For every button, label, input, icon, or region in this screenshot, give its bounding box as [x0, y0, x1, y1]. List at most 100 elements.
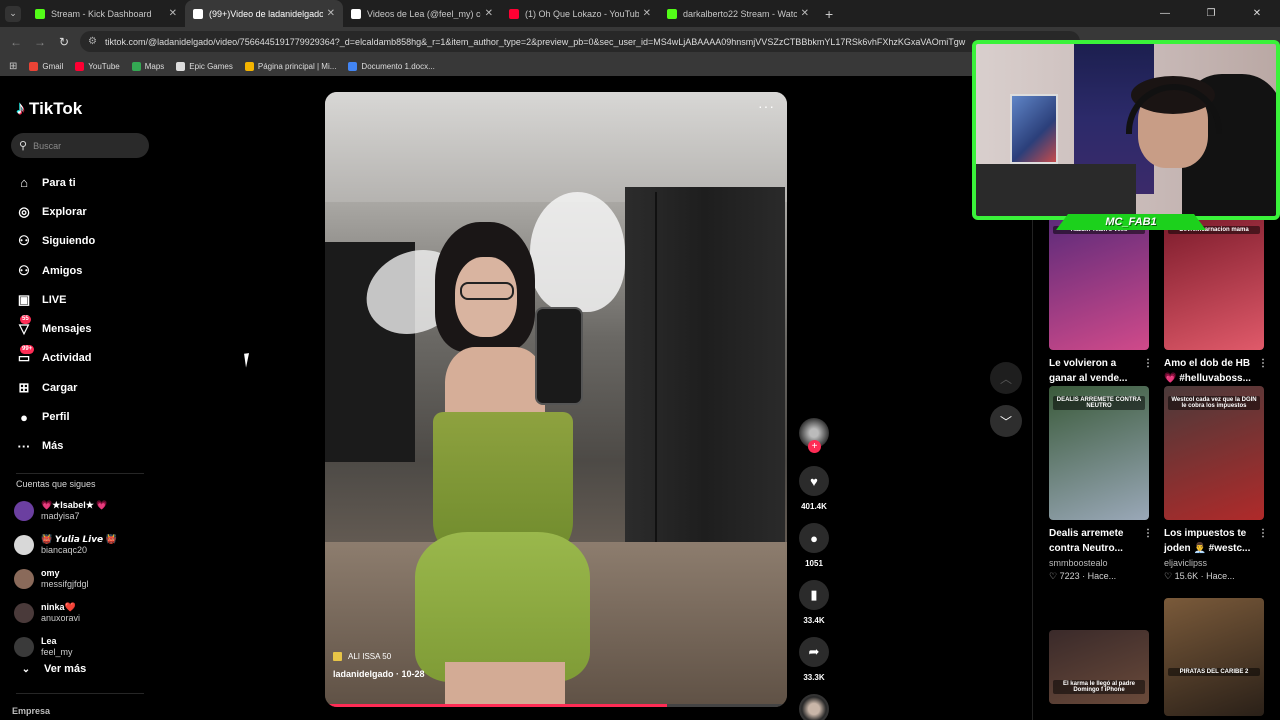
apps-grid-icon[interactable]: ⊞ [9, 61, 17, 72]
video-progress-bar[interactable] [325, 704, 787, 707]
avatar [14, 501, 34, 521]
video-thumbnail[interactable]: Devreincarnacion mama [1164, 216, 1264, 350]
sidebar-item-perfil[interactable]: ● Perfil [16, 402, 95, 431]
chevron-down-icon: ⌄ [21, 663, 31, 675]
bookmark-item[interactable]: Gmail [29, 61, 63, 71]
more-options-icon[interactable]: ⋮ [1258, 356, 1268, 386]
video-title: Le volvieron a ganar al vende... ⋮ [1049, 356, 1153, 386]
back-icon[interactable]: ← [4, 35, 28, 49]
minimize-icon[interactable]: — [1142, 0, 1188, 27]
share-action[interactable]: ➦ 33.3K [799, 637, 829, 682]
browser-tab[interactable]: (99+)Video de ladanidelgado ✕ [185, 0, 343, 27]
browser-tab[interactable]: (1) Oh Que Lokazo - YouTube ✕ [501, 0, 659, 27]
tiktok-logo[interactable]: ♪ TikTok [16, 98, 82, 119]
following-account[interactable]: 💗★Isabel★ 💗 madyisa7 [14, 496, 108, 526]
video-scene [325, 92, 787, 202]
bookmark-label: Maps [144, 61, 165, 71]
following-account[interactable]: ninka❤️ anuxoravi [14, 598, 80, 628]
reload-icon[interactable]: ↻ [52, 35, 76, 49]
tab-close-icon[interactable]: ✕ [643, 8, 651, 19]
comment-action[interactable]: ● 1051 [799, 523, 829, 568]
see-more-label: Ver más [44, 663, 87, 675]
bookmark-item[interactable]: Epic Games [176, 61, 233, 71]
more-options-icon[interactable]: ⋮ [1258, 526, 1268, 556]
sidebar-item-label: Cargar [42, 381, 78, 394]
sidebar-item-mensajes[interactable]: ▽ Mensajes 55 [16, 314, 95, 343]
bookmark-item[interactable]: Página principal | Mi... [244, 61, 336, 71]
music-tag[interactable]: ALI ISSA 50 [333, 652, 425, 661]
video-player[interactable]: ··· ALI ISSA 50 ladanidelgado · 10-28 [325, 92, 787, 707]
new-tab-icon[interactable]: + [825, 6, 833, 22]
notification-badge: 99+ [20, 344, 35, 354]
see-more-link[interactable]: ⌄ Ver más [18, 663, 86, 675]
video-author[interactable]: eljaviclipss [1164, 558, 1268, 568]
close-window-icon[interactable]: ✕ [1234, 0, 1280, 27]
recommended-video[interactable]: Westcol cada vez que la DGIN le cobra lo… [1164, 386, 1268, 582]
tab-close-icon[interactable]: ✕ [485, 8, 493, 19]
forward-icon[interactable]: → [28, 35, 52, 49]
heart-icon[interactable]: ♥ [799, 466, 829, 496]
bookmark-item[interactable]: YouTube [75, 61, 120, 71]
follow-plus-icon[interactable]: + [808, 440, 821, 453]
sidebar-item-amigos[interactable]: ⚇ Amigos [16, 256, 95, 285]
avatar [14, 535, 34, 555]
following-account[interactable]: omy messifgjfdgl [14, 564, 89, 594]
sidebar-item-explorar[interactable]: ◎ Explorar [16, 197, 95, 226]
save-action[interactable]: ▮ 33.4K [799, 580, 829, 625]
bookmark-favicon-icon [176, 61, 186, 71]
video-thumbnail[interactable]: PIRATAS DEL CARIBE 2 [1164, 598, 1264, 716]
following-account[interactable]: 👹 𝙔𝙪𝙡𝙞𝙖 𝙇𝙞𝙫𝙚 👹 biancaqc20 [14, 530, 117, 560]
previous-video-button[interactable]: ︿ [990, 362, 1022, 394]
video-author-line[interactable]: ladanidelgado · 10-28 [333, 669, 425, 679]
recommended-video[interactable]: DEALIS ARREMETE CONTRA NEUTRO Dealis arre… [1049, 386, 1153, 582]
tab-close-icon[interactable]: ✕ [327, 8, 335, 19]
upload-icon: ⊞ [18, 379, 30, 395]
bookmark-item[interactable]: Maps [131, 61, 165, 71]
video-thumbnail[interactable]: El karma le llegó al padre Domingo f iPh… [1049, 630, 1149, 704]
share-count: 33.3K [803, 673, 825, 682]
url-bar[interactable]: ⚙ tiktok.com/@ladanidelgado/video/756644… [80, 31, 1080, 52]
recommended-video[interactable]: Devreincarnacion mama Amo el dob de HB 💗 #… [1164, 216, 1268, 412]
company-link[interactable]: Empresa [12, 706, 50, 716]
share-icon[interactable]: ➦ [799, 637, 829, 667]
sidebar-item-siguiendo[interactable]: ⚇ Siguiendo [16, 227, 95, 256]
browser-tab[interactable]: darkalberto22 Stream - Watch ✕ [659, 0, 817, 27]
tab-close-icon[interactable]: ✕ [801, 8, 809, 19]
tab-search-dropdown-icon[interactable]: ⌄ [5, 5, 21, 22]
next-video-button[interactable]: ﹀ [990, 405, 1022, 437]
sidebar-item-live[interactable]: ▣ LIVE [16, 285, 95, 314]
account-text: ninka❤️ anuxoravi [41, 602, 80, 624]
like-action[interactable]: ♥ 401.4K [799, 466, 829, 511]
sidebar-item-para-ti[interactable]: ⌂ Para ti [16, 168, 95, 197]
recommended-video[interactable]: Hazbin Team's Vees Le volvieron a ganar al… [1049, 216, 1153, 412]
account-name: ninka❤️ [41, 602, 76, 612]
video-title-line: contra Neutro... [1049, 543, 1123, 554]
site-info-icon[interactable]: ⚙ [88, 36, 97, 47]
bookmark-icon[interactable]: ▮ [799, 580, 829, 610]
video-more-icon[interactable]: ··· [758, 98, 775, 114]
following-account[interactable]: Lea feel_my [14, 632, 73, 662]
sidebar-item-cargar[interactable]: ⊞ Cargar [16, 373, 95, 402]
friends-icon: ⚇ [18, 262, 30, 278]
video-thumbnail[interactable]: DEALIS ARREMETE CONTRA NEUTRO [1049, 386, 1149, 520]
tab-favicon-icon [193, 8, 203, 19]
recommended-video[interactable]: PIRATAS DEL CARIBE 2 [1164, 598, 1268, 716]
browser-tab[interactable]: Videos de Lea (@feel_my) con ✕ [343, 0, 501, 27]
video-author[interactable]: smmboostealo [1049, 558, 1153, 568]
recommended-video[interactable]: El karma le llegó al padre Domingo f iPh… [1049, 630, 1153, 704]
more-options-icon[interactable]: ⋮ [1143, 526, 1153, 556]
author-avatar[interactable]: + [799, 418, 829, 453]
video-thumbnail[interactable]: Westcol cada vez que la DGIN le cobra lo… [1164, 386, 1264, 520]
maximize-icon[interactable]: ❐ [1188, 0, 1234, 27]
bookmark-item[interactable]: Documento 1.docx... [348, 61, 435, 71]
video-thumbnail[interactable]: Hazbin Team's Vees [1049, 216, 1149, 350]
more-options-icon[interactable]: ⋮ [1143, 356, 1153, 386]
sidebar-item-actividad[interactable]: ▭ Actividad 99+ [16, 344, 95, 373]
sidebar-item-más[interactable]: ··· Más [16, 432, 95, 461]
browser-tab[interactable]: Stream - Kick Dashboard ✕ [27, 0, 185, 27]
music-disc-icon[interactable] [799, 694, 829, 720]
comment-icon[interactable]: ● [799, 523, 829, 553]
search-input[interactable]: ⚲ Buscar [11, 133, 149, 158]
webcam-nameplate: MC_FAB1 [1056, 214, 1206, 230]
tab-close-icon[interactable]: ✕ [169, 8, 177, 19]
